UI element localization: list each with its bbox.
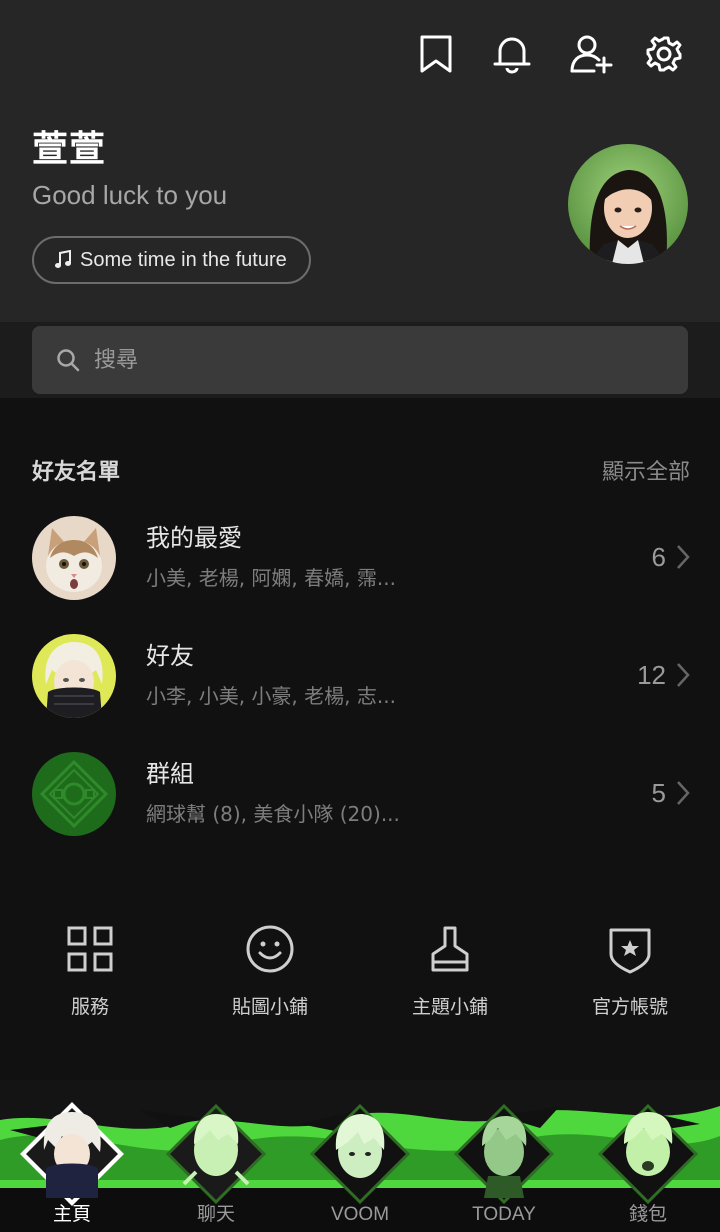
shortcut-theme-shop[interactable]: 主題小鋪 bbox=[375, 924, 525, 1019]
friend-list-row-favorites[interactable]: 我的最愛 小美, 老楊, 阿嫻, 春嬌, 霈... 6 bbox=[0, 508, 720, 608]
bookmark-icon[interactable] bbox=[416, 34, 456, 74]
friends-section-title: 好友名單 bbox=[32, 460, 121, 485]
tab-wallet[interactable]: 錢包 bbox=[576, 1080, 720, 1232]
status-message[interactable]: Good luck to you bbox=[32, 180, 227, 211]
profile-avatar[interactable] bbox=[568, 144, 688, 264]
shortcut-official-accounts[interactable]: 官方帳號 bbox=[555, 924, 705, 1019]
tab-label: 主頁 bbox=[52, 1204, 91, 1225]
row-subtitle: 小美, 老楊, 阿嫻, 春嬌, 霈... bbox=[146, 566, 396, 590]
anime-avatar bbox=[32, 634, 116, 718]
shortcut-sticker-shop[interactable]: 貼圖小鋪 bbox=[195, 924, 345, 1019]
search-input[interactable] bbox=[92, 346, 656, 374]
tab-label: TODAY bbox=[472, 1204, 536, 1225]
group-avatar bbox=[32, 752, 116, 836]
smiley-icon bbox=[246, 925, 294, 973]
shortcut-label: 服務 bbox=[70, 996, 109, 1018]
shield-star-icon bbox=[609, 928, 651, 974]
shortcut-services[interactable]: 服務 bbox=[15, 924, 165, 1019]
profile-name[interactable]: 萱萱 bbox=[32, 120, 106, 172]
show-all-link[interactable]: 顯示全部 bbox=[602, 454, 690, 486]
tab-home[interactable]: 主頁 bbox=[0, 1080, 144, 1232]
tab-label: VOOM bbox=[330, 1204, 390, 1225]
chevron-right-icon bbox=[677, 781, 690, 805]
grid-icon bbox=[67, 926, 113, 972]
chevron-right-icon bbox=[677, 663, 690, 687]
music-note-icon bbox=[55, 250, 71, 268]
row-subtitle: 網球幫 (8), 美食小隊 (20)... bbox=[146, 802, 400, 826]
tab-label: 錢包 bbox=[628, 1204, 667, 1225]
profile-music-button[interactable]: Some time in the future bbox=[32, 236, 311, 284]
tab-voom[interactable]: VOOM bbox=[288, 1080, 432, 1232]
row-subtitle: 小李, 小美, 小豪, 老楊, 志... bbox=[146, 684, 396, 708]
row-title: 好友 bbox=[146, 642, 194, 670]
music-title: Some time in the future bbox=[80, 248, 287, 271]
bottom-navigation: 主頁 聊天 VOOM TODAY 錢包 bbox=[0, 1080, 720, 1232]
friend-list-row-friends[interactable]: 好友 小李, 小美, 小豪, 老楊, 志... 12 bbox=[0, 626, 720, 726]
bell-icon[interactable] bbox=[492, 34, 532, 74]
brush-icon bbox=[431, 926, 469, 972]
tab-today[interactable]: TODAY bbox=[432, 1080, 576, 1232]
tab-chat[interactable]: 聊天 bbox=[144, 1080, 288, 1232]
chevron-right-icon bbox=[677, 545, 690, 569]
row-count: 5 bbox=[651, 778, 666, 808]
search-bar[interactable] bbox=[32, 326, 688, 394]
row-count: 6 bbox=[651, 542, 666, 572]
shortcut-label: 官方帳號 bbox=[591, 996, 668, 1018]
row-count: 12 bbox=[637, 660, 666, 690]
profile-header: 萱萱 Good luck to you Some time in the fut… bbox=[0, 0, 720, 322]
shortcut-label: 貼圖小鋪 bbox=[231, 996, 308, 1018]
add-friend-icon[interactable] bbox=[570, 34, 614, 74]
row-title: 我的最愛 bbox=[146, 524, 242, 552]
shortcut-label: 主題小鋪 bbox=[411, 996, 488, 1018]
gear-icon[interactable] bbox=[644, 34, 684, 74]
friend-list-row-groups[interactable]: 群組 網球幫 (8), 美食小隊 (20)... 5 bbox=[0, 744, 720, 844]
row-title: 群組 bbox=[146, 760, 194, 788]
search-icon bbox=[57, 349, 80, 372]
tab-label: 聊天 bbox=[196, 1204, 235, 1225]
cat-avatar bbox=[32, 516, 116, 600]
